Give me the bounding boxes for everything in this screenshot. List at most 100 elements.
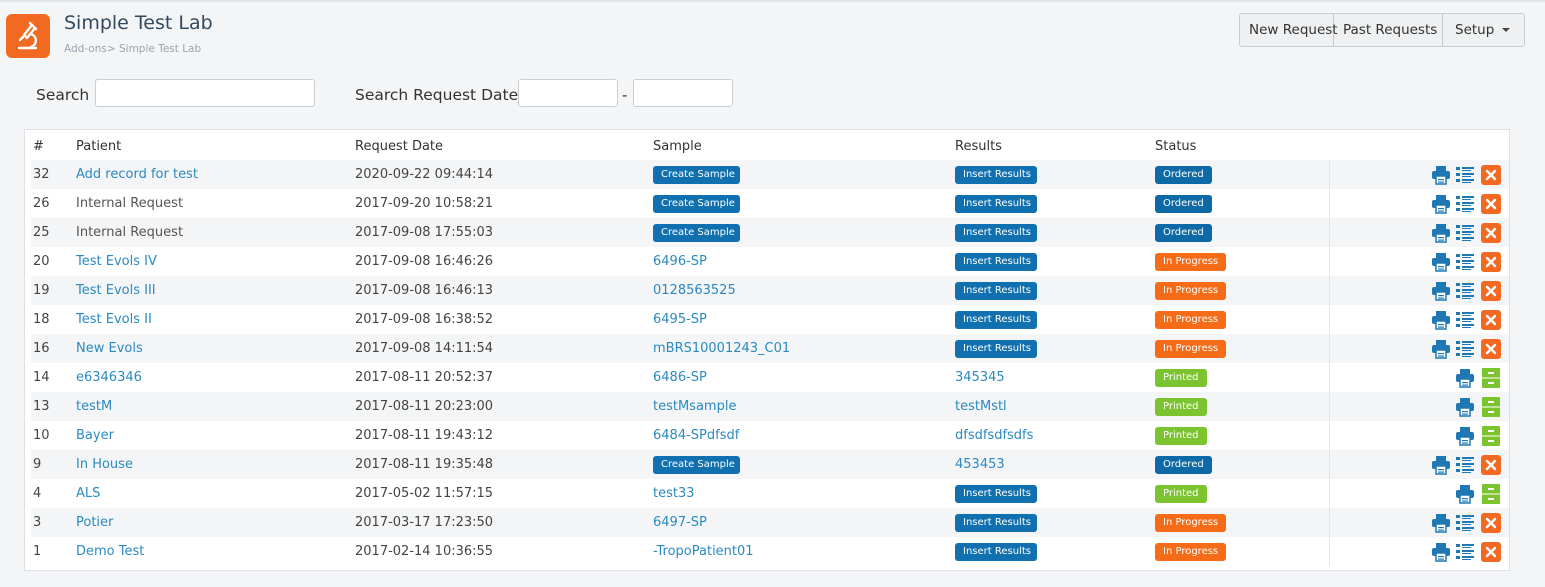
list-icon[interactable]	[1455, 310, 1475, 330]
insert-results-button[interactable]: Insert Results	[955, 542, 1037, 561]
printer-icon[interactable]	[1431, 165, 1451, 185]
results-cell: testMstl	[955, 392, 1007, 421]
list-icon[interactable]	[1455, 194, 1475, 214]
request-date: 2017-09-08 17:55:03	[355, 225, 494, 240]
insert-results-button[interactable]: Insert Results	[955, 252, 1037, 271]
sample-link[interactable]: -TropoPatient01	[653, 544, 754, 559]
patient-link[interactable]: Test Evols II	[76, 305, 152, 334]
printer-icon[interactable]	[1431, 542, 1451, 562]
microscope-icon	[17, 21, 38, 50]
printer-icon[interactable]	[1431, 310, 1451, 330]
patient-link[interactable]: Bayer	[76, 421, 114, 450]
status-cell: In Progress	[1155, 247, 1227, 276]
printer-icon[interactable]	[1431, 252, 1451, 272]
patient-link[interactable]: ALS	[76, 479, 100, 508]
insert-results-button[interactable]: Insert Results	[955, 165, 1037, 184]
create-sample-button[interactable]: Create Sample	[653, 194, 740, 213]
patient-link[interactable]: Test Evols IV	[76, 247, 157, 276]
insert-results-button[interactable]: Insert Results	[955, 310, 1037, 329]
sample-cell: 0128563525	[653, 276, 736, 305]
new-request-button[interactable]: New Request	[1240, 14, 1338, 46]
request-date: 2017-02-14 10:36:55	[355, 544, 494, 559]
close-icon[interactable]	[1481, 194, 1501, 214]
create-sample-button[interactable]: Create Sample	[653, 223, 740, 242]
sample-link[interactable]: 6496-SP	[653, 254, 707, 269]
patient-link[interactable]: New Evols	[76, 334, 143, 363]
results-cell: Insert Results	[955, 218, 1037, 247]
insert-results-button[interactable]: Insert Results	[955, 194, 1037, 213]
create-sample-button[interactable]: Create Sample	[653, 455, 740, 474]
patient-link[interactable]: Demo Test	[76, 537, 144, 566]
close-icon[interactable]	[1481, 542, 1501, 562]
cabinet-icon[interactable]	[1481, 368, 1501, 388]
date-to-input[interactable]	[633, 79, 733, 107]
printer-icon[interactable]	[1431, 455, 1451, 475]
insert-results-button[interactable]: Insert Results	[955, 281, 1037, 300]
request-date: 2017-09-08 16:46:13	[355, 283, 494, 298]
list-icon[interactable]	[1455, 455, 1475, 475]
printer-icon[interactable]	[1431, 281, 1451, 301]
sample-cell: Create Sample	[653, 218, 740, 247]
sample-link[interactable]: 6497-SP	[653, 515, 707, 530]
sample-link[interactable]: 6486-SP	[653, 370, 707, 385]
close-icon[interactable]	[1481, 513, 1501, 533]
results-link[interactable]: 345345	[955, 370, 1005, 385]
list-icon[interactable]	[1455, 513, 1475, 533]
printer-icon[interactable]	[1431, 223, 1451, 243]
sample-link[interactable]: testMsample	[653, 399, 736, 414]
list-icon[interactable]	[1455, 165, 1475, 185]
list-icon[interactable]	[1455, 223, 1475, 243]
cabinet-icon[interactable]	[1481, 397, 1501, 417]
close-icon[interactable]	[1481, 455, 1501, 475]
sample-link[interactable]: 6495-SP	[653, 312, 707, 327]
patient-link[interactable]: e6346346	[76, 363, 142, 392]
patient-link[interactable]: Test Evols III	[76, 276, 156, 305]
date-from-input[interactable]	[518, 79, 618, 107]
insert-results-button[interactable]: Insert Results	[955, 513, 1037, 532]
sample-link[interactable]: mBRS10001243_C01	[653, 341, 790, 356]
printer-icon[interactable]	[1455, 484, 1475, 504]
insert-results-button[interactable]: Insert Results	[955, 223, 1037, 242]
results-link[interactable]: testMstl	[955, 399, 1007, 414]
past-requests-button[interactable]: Past Requests	[1334, 14, 1443, 46]
close-icon[interactable]	[1481, 165, 1501, 185]
patient-link[interactable]: Add record for test	[76, 160, 198, 189]
cabinet-icon[interactable]	[1481, 484, 1501, 504]
patient-link[interactable]: In House	[76, 450, 133, 479]
status-badge: Printed	[1155, 426, 1207, 445]
status-cell: Ordered	[1155, 450, 1212, 479]
printer-icon[interactable]	[1455, 426, 1475, 446]
setup-dropdown-button[interactable]: Setup	[1443, 14, 1524, 46]
patient-link[interactable]: Potier	[76, 508, 113, 537]
sample-link[interactable]: 6484-SPdfsdf	[653, 428, 739, 443]
create-sample-button[interactable]: Create Sample	[653, 165, 740, 184]
printer-icon[interactable]	[1455, 397, 1475, 417]
printer-icon[interactable]	[1455, 368, 1475, 388]
sample-link[interactable]: 0128563525	[653, 283, 736, 298]
table-row: 19 Test Evols III 2017-09-08 16:46:13 01285…	[31, 276, 1509, 305]
close-icon[interactable]	[1481, 252, 1501, 272]
results-link[interactable]: dfsdfsdfsdfs	[955, 428, 1033, 443]
list-icon[interactable]	[1455, 252, 1475, 272]
insert-results-button[interactable]: Insert Results	[955, 484, 1037, 503]
printer-icon[interactable]	[1431, 513, 1451, 533]
close-icon[interactable]	[1481, 310, 1501, 330]
insert-results-button[interactable]: Insert Results	[955, 339, 1037, 358]
search-input[interactable]	[95, 79, 315, 107]
list-icon[interactable]	[1455, 281, 1475, 301]
sample-cell: 6486-SP	[653, 363, 707, 392]
printer-icon[interactable]	[1431, 194, 1451, 214]
cabinet-icon[interactable]	[1481, 426, 1501, 446]
row-id: 10	[33, 428, 50, 443]
printer-icon[interactable]	[1431, 339, 1451, 359]
patient-link[interactable]: testM	[76, 392, 112, 421]
list-icon[interactable]	[1455, 339, 1475, 359]
close-icon[interactable]	[1481, 281, 1501, 301]
sample-link[interactable]: test33	[653, 486, 695, 501]
close-icon[interactable]	[1481, 339, 1501, 359]
request-date: 2017-08-11 20:52:37	[355, 370, 494, 385]
close-icon[interactable]	[1481, 223, 1501, 243]
column-divider	[1329, 218, 1330, 247]
results-link[interactable]: 453453	[955, 457, 1005, 472]
list-icon[interactable]	[1455, 542, 1475, 562]
